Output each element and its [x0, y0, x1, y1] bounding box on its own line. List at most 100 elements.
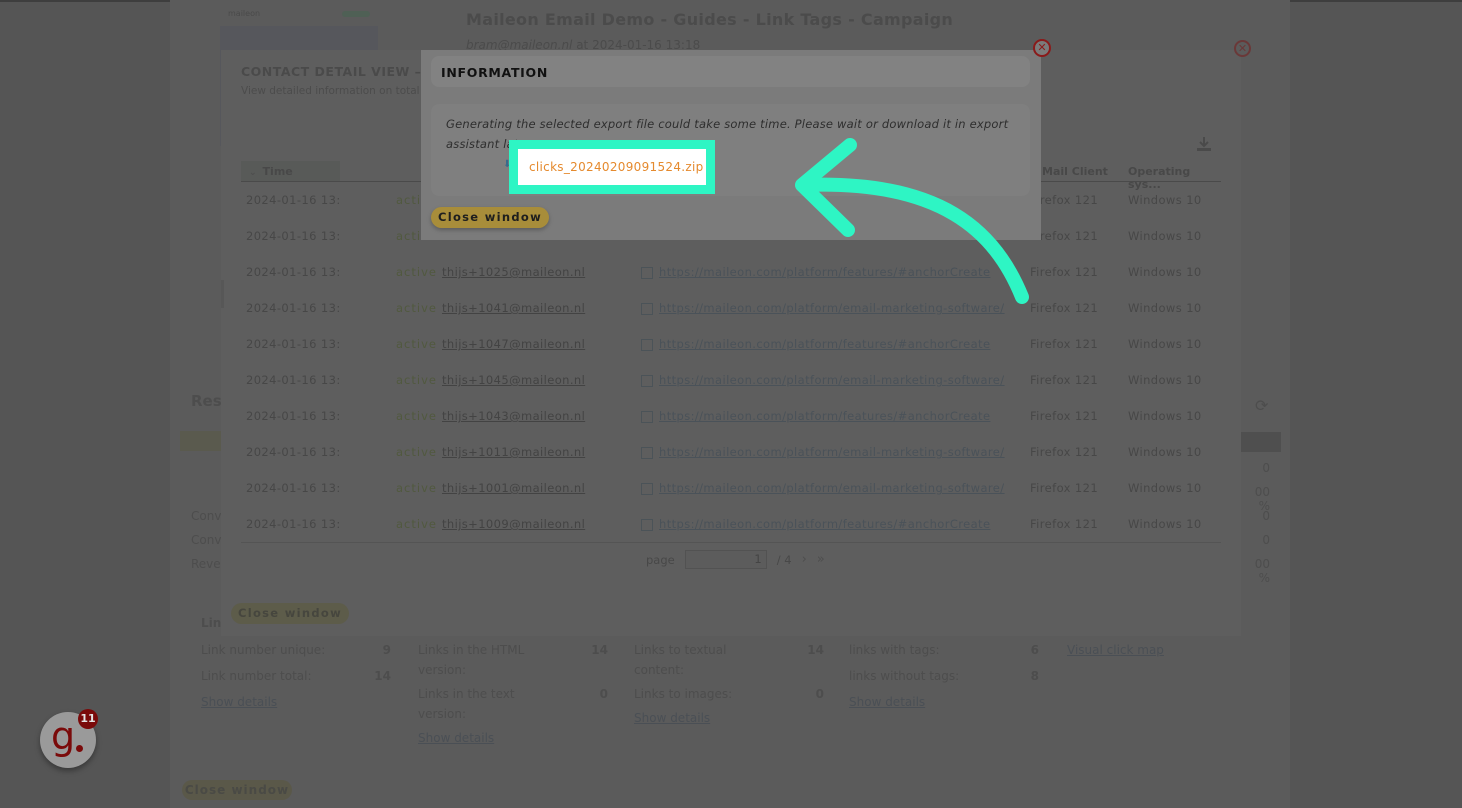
contact-detail-description: View detailed information on total	[241, 85, 420, 97]
contact-detail-close-button[interactable]: Close window	[231, 603, 349, 624]
pagination: page 1 / 4 › »	[646, 550, 825, 569]
cell-url-link[interactable]: https://maileon.com/platform/email-marke…	[659, 373, 1005, 387]
table-row: 2024-01-16 13:2 active thijs+1025@maileon.…	[241, 254, 1221, 290]
show-details-link[interactable]: Show details	[201, 692, 391, 712]
stat-value: 0	[599, 687, 608, 701]
cell-url-link[interactable]: https://maileon.com/platform/email-marke…	[659, 481, 1005, 495]
stat-label: links without tags:	[849, 669, 960, 683]
cell-status: active	[396, 301, 437, 315]
cell-time: 2024-01-16 13:2	[246, 337, 340, 351]
close-icon[interactable]: ✕	[1033, 39, 1051, 57]
cell-time: 2024-01-16 13:3	[246, 193, 340, 207]
show-details-link[interactable]: Show details	[418, 728, 608, 748]
cell-os: Windows 10	[1128, 265, 1202, 279]
cell-email-link[interactable]: thijs+1047@maileon.nl	[442, 337, 585, 351]
refresh-icon[interactable]: ⟳	[1255, 396, 1268, 415]
stat-label: Links in the text version:	[418, 687, 515, 721]
cell-os: Windows 10	[1128, 481, 1202, 495]
download-icon[interactable]	[1196, 136, 1212, 152]
cell-mail-client: Firefox 121	[1030, 481, 1099, 495]
external-link-icon[interactable]	[641, 303, 653, 315]
cell-os: Windows 10	[1128, 229, 1202, 243]
cell-time: 2024-01-16 13:2	[246, 517, 340, 531]
stat-row: Links in the HTML version: 14	[418, 640, 608, 680]
cell-os: Windows 10	[1128, 337, 1202, 351]
stat-row: Links to images: 0	[634, 684, 824, 704]
sort-chevron-icon: ⌄	[249, 168, 257, 178]
cell-os: Windows 10	[1128, 301, 1202, 315]
cell-mail-client: Firefox 121	[1030, 517, 1099, 531]
cell-status: active	[396, 409, 437, 423]
notification-badge: 11	[78, 709, 98, 729]
cell-mail-client: Firefox 121	[1030, 409, 1099, 423]
cell-time: 2024-01-16 13:2	[246, 265, 340, 279]
guide-widget-button[interactable]: g 11	[40, 709, 98, 768]
page-close-window-button[interactable]: Close window	[182, 780, 292, 800]
table-row: 2024-01-16 13:2 active thijs+1043@maileon.…	[241, 398, 1221, 434]
cell-status: active	[396, 265, 437, 279]
cell-os: Windows 10	[1128, 373, 1202, 387]
side-value: 0	[1262, 461, 1270, 475]
external-link-icon[interactable]	[641, 411, 653, 423]
cell-email-link[interactable]: thijs+1011@maileon.nl	[442, 445, 585, 459]
stat-row: links without tags: 8	[849, 666, 1039, 686]
export-file-link[interactable]: clicks_20240209091524.zip	[529, 160, 704, 174]
cell-email-link[interactable]: thijs+1009@maileon.nl	[442, 517, 585, 531]
close-window-button[interactable]: Close window	[431, 207, 549, 228]
side-value: 00 %	[1254, 557, 1270, 585]
close-icon[interactable]: ✕	[1234, 40, 1251, 57]
external-link-icon[interactable]	[641, 339, 653, 351]
cell-email-link[interactable]: thijs+1001@maileon.nl	[442, 481, 585, 495]
stat-label: links with tags:	[849, 643, 940, 657]
last-page-icon[interactable]: »	[817, 552, 825, 567]
link-stats-col-2: Links in the HTML version: 14 Links in th…	[418, 640, 608, 748]
stat-value: 14	[374, 669, 391, 683]
table-row: 2024-01-16 13:2 active thijs+1001@maileon.…	[241, 470, 1221, 506]
cell-email-link[interactable]: thijs+1043@maileon.nl	[442, 409, 585, 423]
cell-time: 2024-01-16 13:2	[246, 481, 340, 495]
show-details-link[interactable]: Show details	[634, 708, 824, 728]
cell-os: Windows 10	[1128, 193, 1202, 207]
cell-os: Windows 10	[1128, 445, 1202, 459]
visual-click-map-link[interactable]: Visual click map	[1067, 640, 1164, 660]
column-label: Time	[262, 165, 293, 178]
cell-status: active	[396, 517, 437, 531]
cell-time: 2024-01-16 13:2	[246, 445, 340, 459]
side-value: 0	[1262, 533, 1270, 547]
scroll-indicator	[221, 280, 224, 308]
external-link-icon[interactable]	[641, 447, 653, 459]
revenue-label: Reve	[191, 557, 221, 571]
links-heading: Lin	[201, 616, 222, 630]
dialog-title: INFORMATION	[441, 65, 549, 80]
show-details-link[interactable]: Show details	[849, 692, 1039, 712]
cell-url-link[interactable]: https://maileon.com/platform/features/#a…	[659, 337, 990, 351]
cell-url-link[interactable]: https://maileon.com/platform/email-marke…	[659, 445, 1005, 459]
pointer-arrow-icon	[795, 138, 1029, 304]
external-link-icon[interactable]	[641, 483, 653, 495]
cell-url-link[interactable]: https://maileon.com/platform/features/#a…	[659, 409, 990, 423]
cell-email-link[interactable]: thijs+1041@maileon.nl	[442, 301, 585, 315]
table-row: 2024-01-16 13:2 active thijs+1047@maileon.…	[241, 326, 1221, 362]
external-link-icon[interactable]	[641, 267, 653, 279]
link-stats-col-1: Link number unique: 9 Link number total: 1…	[201, 640, 391, 712]
column-header-time[interactable]: ⌄ Time	[241, 161, 340, 181]
cell-email-link[interactable]: thijs+1045@maileon.nl	[442, 373, 585, 387]
cell-status: active	[396, 373, 437, 387]
cell-email-link[interactable]: thijs+1025@maileon.nl	[442, 265, 585, 279]
page-number-input[interactable]: 1	[684, 550, 767, 569]
table-row: 2024-01-16 13:2 active thijs+1041@maileon.…	[241, 290, 1221, 326]
stat-row: Links to textual content: 14	[634, 640, 824, 680]
cell-url-link[interactable]: https://maileon.com/platform/features/#a…	[659, 517, 990, 531]
conversion-rate-label: Conv	[191, 533, 222, 547]
stat-label: Links to textual content:	[634, 643, 727, 677]
cell-os: Windows 10	[1128, 517, 1202, 531]
preview-button	[342, 11, 370, 17]
column-header-mail-client[interactable]: Mail Client	[1042, 165, 1108, 178]
conversions-label: Conv	[191, 509, 222, 523]
page-label: page	[646, 552, 675, 567]
table-row: 2024-01-16 13:2 active thijs+1011@maileon.…	[241, 434, 1221, 470]
dialog-header: INFORMATION	[431, 56, 1030, 87]
external-link-icon[interactable]	[641, 375, 653, 387]
next-page-icon[interactable]: ›	[802, 552, 807, 567]
external-link-icon[interactable]	[641, 519, 653, 531]
